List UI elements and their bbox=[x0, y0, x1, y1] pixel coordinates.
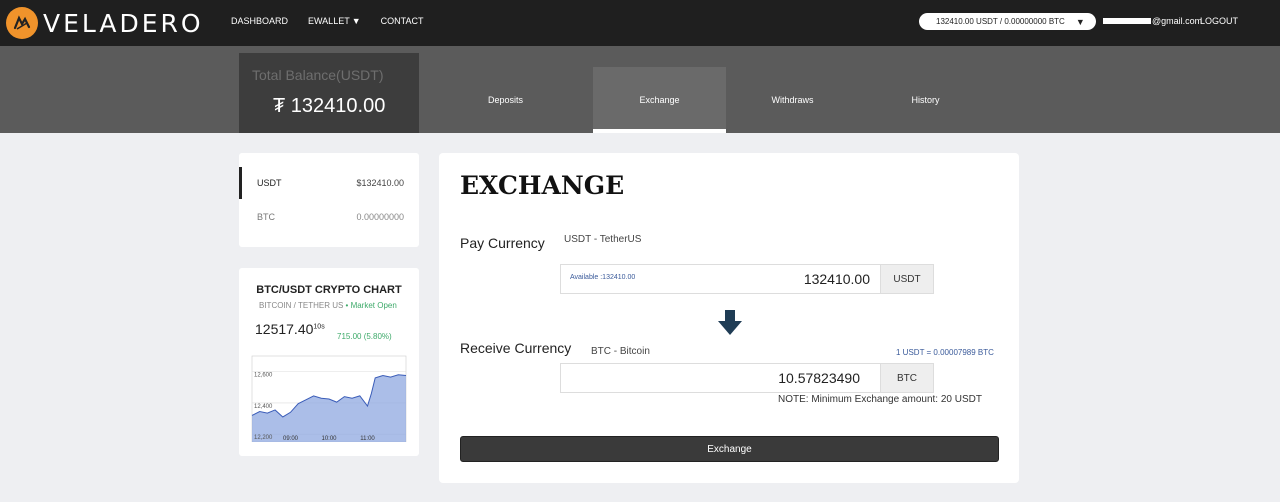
wallet-item-usdt[interactable]: USDT $132410.00 bbox=[239, 167, 419, 199]
tab-history[interactable]: History bbox=[859, 67, 992, 133]
nav-dashboard[interactable]: DASHBOARD bbox=[231, 16, 288, 26]
receive-unit: BTC bbox=[880, 363, 934, 393]
caret-down-icon: ▼ bbox=[1075, 16, 1085, 27]
pay-currency-name: USDT - TetherUS bbox=[564, 234, 642, 245]
arrow-down-icon bbox=[718, 310, 742, 335]
exchange-rate: 1 USDT = 0.00007989 BTC bbox=[896, 348, 994, 357]
tab-exchange[interactable]: Exchange bbox=[593, 67, 726, 133]
chart-y-tick-label: 12,400 bbox=[254, 404, 273, 410]
receive-amount-value: 10.57823490 bbox=[778, 370, 860, 386]
user-email-suffix: @gmail.com bbox=[1152, 16, 1203, 26]
receive-currency-name: BTC - Bitcoin bbox=[591, 346, 650, 357]
redacted-email-block bbox=[1103, 18, 1151, 24]
pay-amount-value: 132410.00 bbox=[803, 271, 870, 287]
wallet-balance: 0.00000000 bbox=[356, 212, 404, 222]
wallet-balance: $132410.00 bbox=[356, 178, 404, 188]
crypto-chart-card: BTC/USDT CRYPTO CHART BITCOIN / TETHER U… bbox=[239, 268, 419, 456]
chart-x-tick-label: 10:00 bbox=[321, 436, 337, 442]
total-balance-label: Total Balance(USDT) bbox=[252, 67, 384, 83]
tab-deposits[interactable]: Deposits bbox=[439, 67, 572, 133]
chart-price: 12517.4010s bbox=[255, 321, 325, 337]
total-balance-value: ₮ 132410.00 bbox=[273, 95, 386, 117]
market-status: • Market Open bbox=[345, 301, 397, 310]
exchange-title: EXCHANGE bbox=[460, 171, 625, 200]
wallet-item-btc[interactable]: BTC 0.00000000 bbox=[239, 201, 419, 233]
logout-link[interactable]: LOGOUT bbox=[1200, 16, 1238, 26]
nav-ewallet[interactable]: EWALLET ▼ bbox=[308, 16, 361, 26]
pay-unit: USDT bbox=[880, 264, 934, 294]
exchange-button[interactable]: Exchange bbox=[460, 436, 999, 462]
brand-logo[interactable]: VELADERO bbox=[6, 7, 204, 39]
brand-name: VELADERO bbox=[43, 8, 204, 38]
pay-currency-label: Pay Currency bbox=[460, 235, 545, 251]
logo-icon bbox=[6, 7, 38, 39]
available-balance: Available :132410.00 bbox=[570, 274, 636, 281]
nav-ewallet-label: EWALLET bbox=[308, 16, 350, 26]
tab-withdraws[interactable]: Withdraws bbox=[726, 67, 859, 133]
chart-subtitle: BITCOIN / TETHER US • Market Open bbox=[259, 301, 397, 310]
chart-x-tick-label: 11:00 bbox=[360, 436, 375, 442]
pay-amount-field[interactable]: Available :132410.00 132410.00 bbox=[560, 264, 881, 294]
chart-price-suffix: 10s bbox=[313, 323, 325, 331]
price-area-chart: 12,600 12,400 12,200 09:00 10:00 11:00 bbox=[251, 355, 407, 442]
receive-currency-label: Receive Currency bbox=[460, 340, 572, 356]
chart-price-value: 12517.40 bbox=[255, 321, 314, 337]
wallet-tabs: Deposits Exchange Withdraws History bbox=[439, 67, 992, 133]
caret-down-icon: ▼ bbox=[351, 16, 361, 26]
chart-change: 715.00 (5.80%) bbox=[337, 332, 392, 341]
chart-y-tick-label: 12,200 bbox=[254, 435, 273, 441]
wallet-currency: USDT bbox=[257, 178, 282, 188]
exchange-card: EXCHANGE Pay Currency USDT - TetherUS Av… bbox=[439, 153, 1019, 483]
nav-contact[interactable]: CONTACT bbox=[381, 16, 424, 26]
chart-title: BTC/USDT CRYPTO CHART bbox=[256, 284, 402, 296]
balance-selector-text: 132410.00 USDT / 0.00000000 BTC bbox=[936, 17, 1065, 26]
main-nav: DASHBOARD EWALLET ▼ CONTACT bbox=[231, 16, 443, 26]
chart-x-tick-label: 09:00 bbox=[283, 436, 299, 442]
user-email: @gmail.com bbox=[1103, 16, 1202, 26]
wallet-currency: BTC bbox=[257, 212, 275, 222]
minimum-note: NOTE: Minimum Exchange amount: 20 USDT bbox=[778, 394, 982, 405]
total-balance-box: Total Balance(USDT) ₮ 132410.00 bbox=[239, 53, 419, 133]
receive-amount-field[interactable]: 10.57823490 bbox=[560, 363, 881, 393]
chart-pair-name: BITCOIN / TETHER US bbox=[259, 301, 344, 310]
wallet-list: USDT $132410.00 BTC 0.00000000 bbox=[239, 153, 419, 247]
chart-y-tick-label: 12,600 bbox=[254, 373, 273, 379]
top-navbar: VELADERO DASHBOARD EWALLET ▼ CONTACT 1324… bbox=[0, 0, 1280, 46]
balance-selector[interactable]: 132410.00 USDT / 0.00000000 BTC ▼ bbox=[919, 13, 1096, 30]
